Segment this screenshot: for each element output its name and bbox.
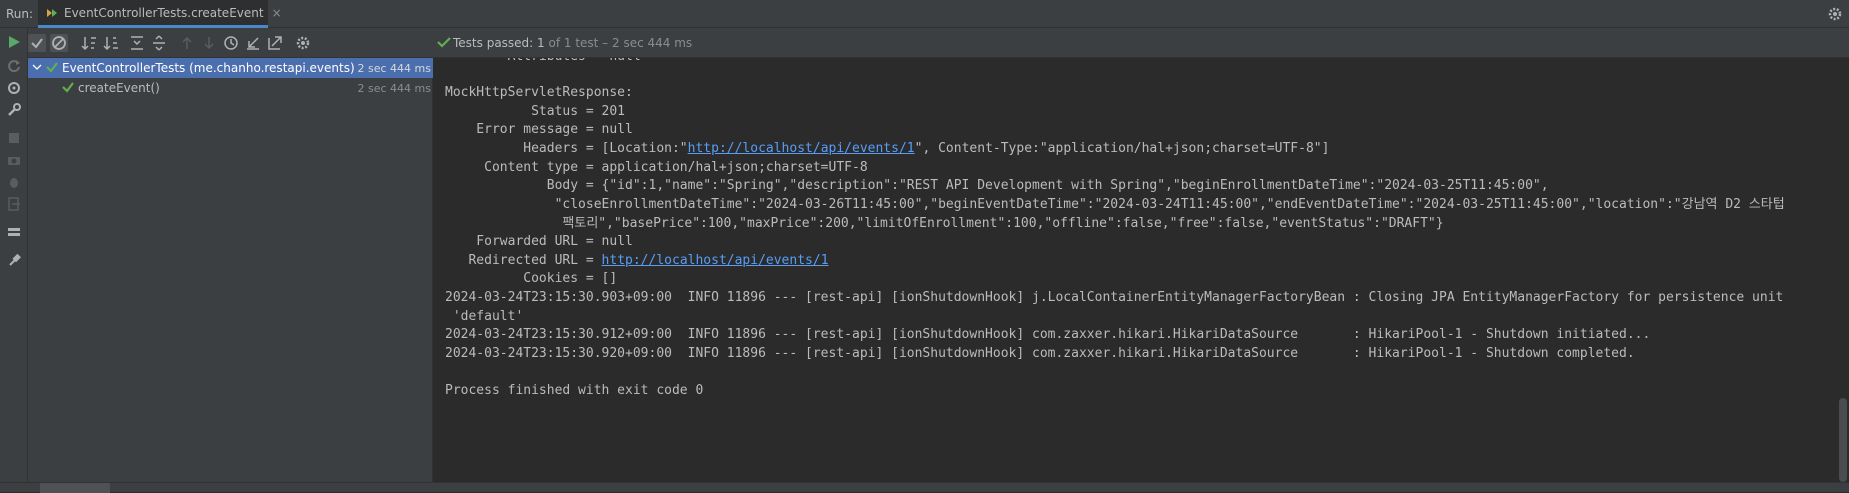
console-line: MockHttpServletResponse:	[445, 85, 633, 100]
bug-icon[interactable]	[6, 174, 22, 190]
headers-location-link[interactable]: http://localhost/api/events/1	[688, 141, 915, 156]
settings-icon[interactable]	[294, 34, 312, 52]
run-actions-toolbar	[0, 28, 28, 492]
rerun-icon[interactable]	[6, 58, 22, 74]
run-toolwindow-header: Run: EventControllerTests.createEvent ×	[0, 0, 1849, 28]
test-status-bar: Tests passed: 1 of 1 test – 2 sec 444 ms	[433, 28, 1849, 58]
console-line: Forwarded URL = null	[445, 234, 633, 249]
expand-all-icon[interactable]	[128, 34, 146, 52]
test-tree: EventControllerTests (me.chanho.restapi.…	[28, 58, 433, 482]
console-output[interactable]: Attributes = null MockHttpServletRespons…	[433, 58, 1849, 482]
next-failed-icon[interactable]	[200, 34, 218, 52]
close-icon[interactable]: ×	[272, 6, 282, 20]
check-icon	[437, 36, 451, 48]
console-scrollbar[interactable]	[1839, 398, 1847, 482]
run-label: Run:	[6, 7, 34, 21]
sort-duration-icon[interactable]	[102, 34, 120, 52]
tab-event-controller-tests[interactable]: EventControllerTests.createEvent ×	[38, 0, 282, 28]
test-run-icon	[46, 7, 58, 19]
passed-count: 1	[537, 36, 545, 50]
console-line-redirect: Redirected URL = http://localhost/api/ev…	[445, 252, 829, 270]
bottom-strip	[0, 482, 1849, 493]
exit-icon[interactable]	[6, 196, 22, 212]
headers-suffix: ", Content-Type:"application/hal+json;ch…	[914, 141, 1330, 156]
camera-icon[interactable]	[6, 152, 22, 168]
console-line: 2024-03-24T23:15:30.912+09:00 INFO 11896…	[445, 327, 1651, 342]
tree-item-test-class[interactable]: EventControllerTests (me.chanho.restapi.…	[28, 58, 433, 78]
collapse-all-icon[interactable]	[150, 34, 168, 52]
test-tree-toolbar	[28, 28, 433, 58]
redirect-link[interactable]: http://localhost/api/events/1	[602, 253, 829, 268]
console-line: "closeEnrollmentDateTime":"2024-03-26T11…	[445, 197, 1785, 212]
console-line: Cookies = []	[445, 271, 618, 286]
tab-label: EventControllerTests.createEvent	[64, 5, 264, 20]
console-line: 2024-03-24T23:15:30.920+09:00 INFO 11896…	[445, 346, 1635, 361]
show-passed-icon[interactable]	[28, 34, 46, 52]
layout-icon[interactable]	[6, 224, 22, 240]
tree-item-label: EventControllerTests (me.chanho.restapi.…	[62, 61, 355, 75]
redirect-prefix: Redirected URL =	[445, 253, 602, 268]
tree-item-test-method[interactable]: createEvent() 2 sec 444 ms	[28, 78, 433, 98]
stop-icon[interactable]	[6, 130, 22, 146]
headers-prefix: Headers = [Location:"	[445, 141, 688, 156]
console-line: Process finished with exit code 0	[445, 383, 704, 398]
prev-failed-icon[interactable]	[178, 34, 196, 52]
show-ignored-icon[interactable]	[50, 34, 68, 52]
tree-item-time: 2 sec 444 ms	[357, 82, 431, 95]
console-line: 'default'	[445, 309, 524, 324]
check-icon	[46, 61, 58, 76]
console-line: 2024-03-24T23:15:30.903+09:00 INFO 11896…	[445, 290, 1784, 305]
check-icon	[62, 81, 74, 96]
status-prefix: Tests passed:	[453, 36, 538, 50]
console-line: 팩토리","basePrice":100,"maxPrice":200,"lim…	[445, 216, 1444, 231]
console-line: Attributes = null	[445, 58, 641, 66]
wrench-icon[interactable]	[6, 102, 22, 118]
debug-icon[interactable]	[6, 80, 22, 96]
export-icon[interactable]	[266, 34, 284, 52]
history-icon[interactable]	[222, 34, 240, 52]
tree-item-label: createEvent()	[78, 81, 160, 95]
console-line-headers: Headers = [Location:"http://localhost/ap…	[445, 140, 1329, 158]
import-icon[interactable]	[244, 34, 262, 52]
test-status-text: Tests passed: 1 of 1 test – 2 sec 444 ms	[453, 36, 692, 50]
sort-alpha-icon[interactable]	[80, 34, 98, 52]
console-line: Body = {"id":1,"name":"Spring","descript…	[445, 178, 1549, 193]
chevron-down-icon[interactable]	[32, 61, 42, 76]
console-line: Error message = null	[445, 122, 633, 137]
tree-item-time: 2 sec 444 ms	[357, 62, 431, 75]
gear-icon[interactable]	[1827, 6, 1843, 22]
run-icon[interactable]	[6, 34, 22, 50]
pin-icon[interactable]	[6, 252, 22, 268]
console-line: Status = 201	[445, 104, 626, 119]
console-line: Content type = application/hal+json;char…	[445, 160, 868, 175]
status-suffix: of 1 test – 2 sec 444 ms	[544, 36, 693, 50]
